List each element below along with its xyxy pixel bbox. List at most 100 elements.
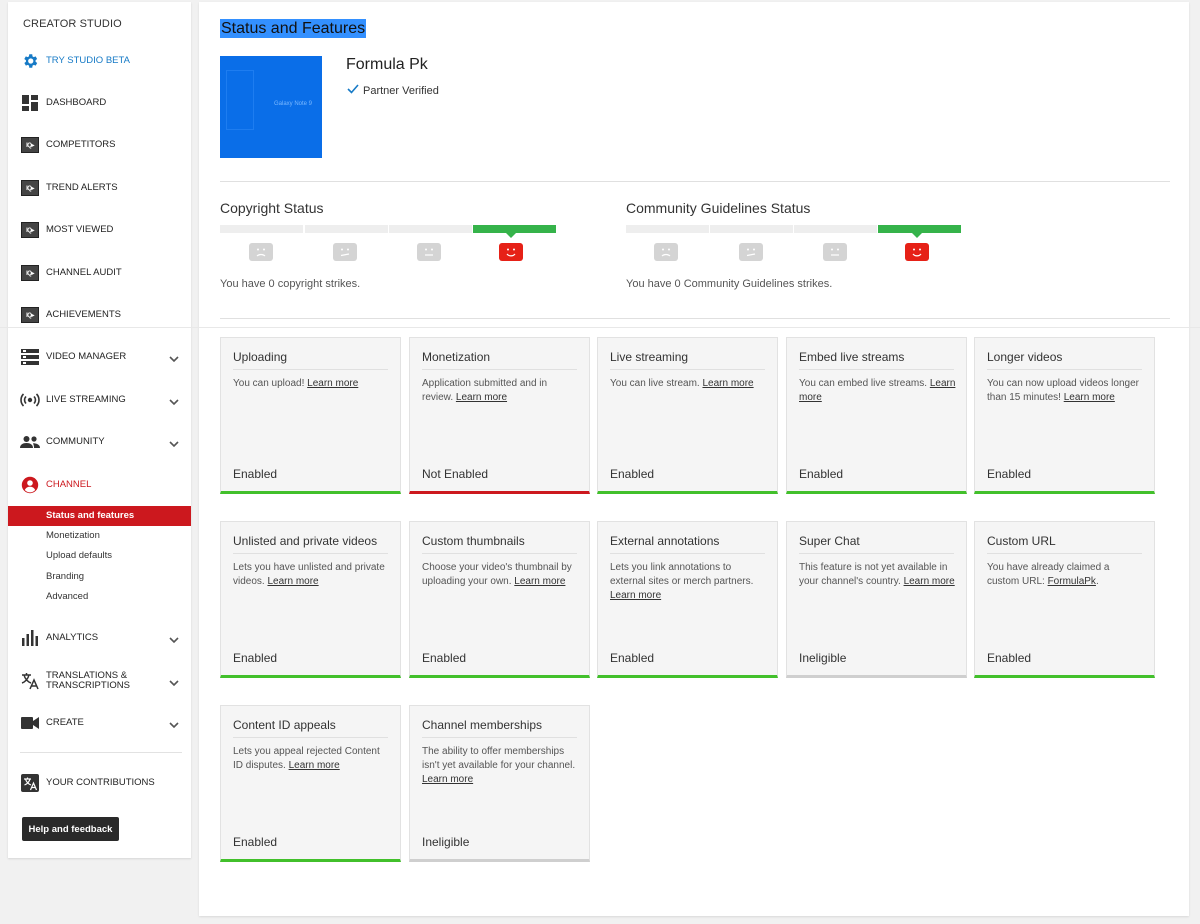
sidebar-item-label: COMMUNITY [46, 436, 105, 447]
feature-card-custom-thumbnails: Custom thumbnails Choose your video's th… [409, 521, 590, 678]
checkmark-icon [347, 84, 359, 97]
feature-status: Enabled [987, 651, 1032, 665]
learn-more-link[interactable]: Learn more [307, 378, 358, 389]
custom-url-link[interactable]: FormulaPk [1048, 576, 1096, 587]
feature-card-channel-memberships: Channel memberships The ability to offer… [409, 705, 590, 862]
feature-title: Live streaming [610, 350, 689, 364]
sidebar-item-most-viewed[interactable]: IQ▸ MOST VIEWED [8, 215, 191, 245]
learn-more-link[interactable]: Learn more [904, 576, 955, 587]
unsure-face-icon [333, 243, 357, 261]
verified-label: Partner Verified [363, 84, 439, 97]
feature-status: Enabled [610, 467, 655, 481]
sidebar-item-label: CREATE [46, 717, 84, 728]
learn-more-link[interactable]: Learn more [456, 392, 507, 403]
sidebar-item-label: LIVE STREAMING [46, 394, 126, 405]
feature-title: Super Chat [799, 534, 860, 548]
chevron-down-icon[interactable] [169, 675, 179, 693]
feature-title: Channel memberships [422, 718, 543, 732]
community-icon [20, 432, 40, 452]
feature-card-unlisted-private: Unlisted and private videos Lets you hav… [220, 521, 401, 678]
learn-more-link[interactable]: Learn more [1064, 392, 1115, 403]
camera-icon [20, 713, 40, 733]
video-manager-icon [20, 347, 40, 367]
channel-thumbnail[interactable]: Galaxy Note 9 [220, 56, 322, 158]
strike-bar [389, 225, 472, 233]
strike-bar-active [473, 225, 556, 233]
feature-card-live-streaming: Live streaming You can live stream. Lear… [597, 337, 778, 494]
feature-status: Not Enabled [422, 467, 489, 481]
feature-description: The ability to offer memberships isn't y… [422, 746, 576, 785]
live-streaming-icon [20, 390, 40, 410]
channel-icon [20, 475, 40, 495]
sidebar-item-video-manager[interactable]: VIDEO MANAGER [8, 342, 191, 372]
sidebar-item-trend-alerts[interactable]: IQ▸ TREND ALERTS [8, 173, 191, 203]
learn-more-link[interactable]: Learn more [610, 590, 661, 601]
sidebar-item-label: ACHIEVEMENTS [46, 309, 121, 320]
learn-more-link[interactable]: Learn more [702, 378, 753, 389]
feature-title: Custom URL [987, 534, 1056, 548]
happy-face-icon [499, 243, 523, 261]
feature-status: Enabled [799, 467, 844, 481]
feature-description: You have already claimed a custom URL: F… [987, 562, 1110, 587]
sidebar-item-label: VIDEO MANAGER [46, 351, 127, 362]
sidebar-item-community[interactable]: COMMUNITY [8, 427, 191, 457]
chevron-down-icon[interactable] [169, 717, 179, 735]
iq-icon: IQ▸ [20, 135, 40, 155]
sidebar-subitem-monetization[interactable]: Monetization [8, 526, 191, 546]
help-and-feedback-button[interactable]: Help and feedback [22, 817, 119, 841]
chevron-down-icon[interactable] [169, 632, 179, 650]
feature-card-embed-live-streams: Embed live streams You can embed live st… [786, 337, 967, 494]
learn-more-link[interactable]: Learn more [422, 774, 473, 785]
sidebar-item-your-contributions[interactable]: YOUR CONTRIBUTIONS [8, 768, 191, 798]
feature-status: Enabled [233, 467, 278, 481]
feature-title: Longer videos [987, 350, 1063, 364]
sidebar-item-label: TRANSLATIONS & TRANSCRIPTIONS [46, 670, 130, 691]
chevron-down-icon[interactable] [169, 351, 179, 369]
feature-description: Lets you have unlisted and private video… [233, 562, 385, 587]
strike-bar [794, 225, 877, 233]
learn-more-link[interactable]: Learn more [267, 576, 318, 587]
community-status-heading: Community Guidelines Status [626, 200, 811, 216]
translate-icon [20, 773, 40, 793]
channel-name: Formula Pk [346, 56, 428, 73]
sidebar-subitem-upload-defaults[interactable]: Upload defaults [8, 546, 191, 566]
neutral-face-icon [417, 243, 441, 261]
feature-title: Uploading [233, 350, 288, 364]
learn-more-link[interactable]: Learn more [289, 760, 340, 771]
sidebar-item-create[interactable]: CREATE [8, 708, 191, 738]
sidebar-item-analytics[interactable]: ANALYTICS [8, 623, 191, 653]
sidebar-item-label: COMPETITORS [46, 139, 116, 150]
feature-description: Lets you appeal rejected Content ID disp… [233, 746, 380, 771]
happy-face-icon [905, 243, 929, 261]
feature-status: Enabled [987, 467, 1032, 481]
learn-more-link[interactable]: Learn more [514, 576, 565, 587]
sidebar-item-translations[interactable]: TRANSLATIONS & TRANSCRIPTIONS [8, 666, 191, 696]
sidebar-item-channel[interactable]: CHANNEL [8, 470, 191, 500]
chevron-down-icon[interactable] [169, 436, 179, 454]
sidebar-item-achievements[interactable]: IQ▸ ACHIEVEMENTS [8, 300, 191, 330]
sidebar-item-label: CHANNEL AUDIT [46, 267, 122, 278]
strike-bar-active [878, 225, 961, 233]
dashboard-icon [20, 93, 40, 113]
copyright-status-heading: Copyright Status [220, 200, 324, 216]
gear-icon [20, 51, 40, 71]
strike-bar [626, 225, 709, 233]
sidebar-item-channel-audit[interactable]: IQ▸ CHANNEL AUDIT [8, 258, 191, 288]
feature-title: Content ID appeals [233, 718, 336, 732]
main-panel: Status and Features Galaxy Note 9 Formul… [199, 2, 1189, 916]
sidebar-item-dashboard[interactable]: DASHBOARD [8, 88, 191, 118]
sidebar-item-label: MOST VIEWED [46, 224, 114, 235]
sidebar-subitem-branding[interactable]: Branding [8, 567, 191, 587]
sidebar-subitem-advanced[interactable]: Advanced [8, 587, 191, 607]
strike-pointer-icon [506, 233, 516, 238]
feature-description: Choose your video's thumbnail by uploadi… [422, 562, 572, 587]
sad-face-icon [654, 243, 678, 261]
sidebar-subitem-status-and-features[interactable]: Status and features [8, 506, 191, 526]
strike-pointer-icon [912, 233, 922, 238]
sidebar-item-competitors[interactable]: IQ▸ COMPETITORS [8, 130, 191, 160]
sidebar-item-try-studio-beta[interactable]: TRY STUDIO BETA [8, 46, 191, 76]
analytics-icon [20, 628, 40, 648]
feature-card-longer-videos: Longer videos You can now upload videos … [974, 337, 1155, 494]
chevron-down-icon[interactable] [169, 394, 179, 412]
sidebar-item-live-streaming[interactable]: LIVE STREAMING [8, 385, 191, 415]
